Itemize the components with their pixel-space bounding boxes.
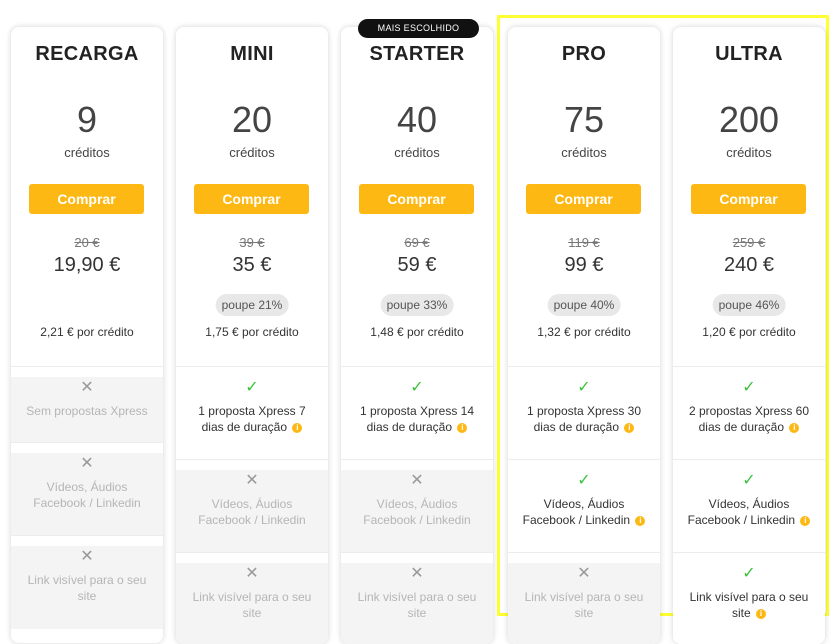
check-icon: ✓ [245, 379, 259, 396]
feature-text: Link visível para o seu site [357, 590, 477, 620]
credits-label: créditos [726, 145, 772, 160]
most-chosen-badge: MAIS ESCOLHIDO [358, 19, 479, 38]
info-icon[interactable]: i [292, 422, 303, 433]
check-icon: ✓ [577, 472, 591, 489]
feature-text: Vídeos, Áudios Facebook / Linkedin [33, 480, 141, 510]
feature-media: ✕ Vídeos, Áudios Facebook / Linkedin [11, 453, 163, 536]
plan-card-recarga: RECARGA 9 créditos Comprar 20 € 19,90 € … [11, 27, 163, 643]
feature-link: ✕ Link visível para o seu site [508, 563, 660, 644]
old-price: 39 € [239, 235, 265, 250]
x-icon: ✕ [245, 472, 259, 489]
feature-link: ✓ Link visível para o seu site i [673, 563, 825, 644]
price: 240 € [723, 254, 775, 276]
price: 19,90 € [53, 254, 121, 276]
feature-text: Vídeos, Áudios Facebook / Linkedin i [673, 496, 825, 528]
price-per-credit: 1,32 € por crédito [537, 325, 631, 339]
feature-link: ✕ Link visível para o seu site [176, 563, 328, 644]
feature-media: ✓ Vídeos, Áudios Facebook / Linkedin i [673, 470, 825, 553]
x-icon: ✕ [245, 565, 259, 582]
price: 35 € [232, 254, 272, 276]
credits-label: créditos [64, 145, 110, 160]
plan-name: ULTRA [715, 43, 783, 65]
plan-name: RECARGA [35, 43, 139, 65]
feature-text: 1 proposta Xpress 14 dias de duração i [359, 404, 475, 434]
credits-label: créditos [561, 145, 607, 160]
credits-label: créditos [394, 145, 440, 160]
info-icon[interactable]: i [624, 422, 635, 433]
feature-link: ✕ Link visível para o seu site [341, 563, 493, 644]
feature-text: Link visível para o seu site [192, 590, 312, 620]
credit-count: 20 [231, 99, 273, 140]
buy-button[interactable]: Comprar [194, 184, 309, 214]
savings-badge: poupe 46% [712, 294, 786, 316]
plan-card-pro: PRO 75 créditos Comprar 119 € 99 € poupe… [508, 27, 660, 644]
feature-link: ✕ Link visível para o seu site [11, 546, 163, 629]
savings-badge: poupe 21% [215, 294, 289, 316]
feature-text: 1 proposta Xpress 7 dias de duração i [198, 404, 306, 434]
price: 99 € [564, 254, 604, 276]
x-icon: ✕ [80, 379, 94, 396]
old-price: 119 € [568, 235, 600, 250]
x-icon: ✕ [577, 565, 591, 582]
info-icon[interactable]: i [635, 515, 646, 526]
feature-text: 2 propostas Xpress 60 dias de duração i [688, 404, 810, 434]
buy-button[interactable]: Comprar [29, 184, 144, 214]
credit-count: 40 [396, 99, 438, 140]
feature-media: ✕ Vídeos, Áudios Facebook / Linkedin [341, 470, 493, 553]
feature-text: Link visível para o seu site [27, 573, 147, 603]
plan-card-mini: MINI 20 créditos Comprar 39 € 35 € poupe… [176, 27, 328, 644]
x-icon: ✕ [410, 472, 424, 489]
info-icon[interactable]: i [800, 515, 811, 526]
x-icon: ✕ [80, 455, 94, 472]
old-price: 259 € [732, 235, 766, 250]
feature-xpress: ✓ 1 proposta Xpress 7 dias de duração i [176, 377, 328, 460]
plan-card-ultra: ULTRA 200 créditos Comprar 259 € 240 € p… [673, 27, 825, 644]
feature-xpress: ✕ Sem propostas Xpress [11, 377, 163, 443]
info-icon[interactable]: i [756, 608, 767, 619]
plan-card-starter: STARTER 40 créditos Comprar 69 € 59 € po… [341, 27, 493, 644]
feature-xpress: ✓ 1 proposta Xpress 30 dias de duração i [508, 377, 660, 460]
feature-text: Vídeos, Áudios Facebook / Linkedin [198, 497, 306, 527]
credit-count: 75 [563, 99, 605, 140]
savings-badge: poupe 40% [547, 294, 621, 316]
check-icon: ✓ [577, 379, 591, 396]
feature-text: Sem propostas Xpress [26, 404, 148, 418]
buy-button[interactable]: Comprar [526, 184, 641, 214]
feature-text: Link visível para o seu site [524, 590, 644, 620]
savings-badge: poupe 33% [380, 294, 454, 316]
old-price: 20 € [74, 235, 100, 250]
check-icon: ✓ [410, 379, 424, 396]
check-icon: ✓ [742, 472, 756, 489]
feature-xpress: ✓ 2 propostas Xpress 60 dias de duração … [673, 377, 825, 460]
plan-name: STARTER [369, 43, 465, 65]
credit-count: 9 [76, 99, 98, 140]
feature-xpress: ✓ 1 proposta Xpress 14 dias de duração i [341, 377, 493, 460]
price-per-credit: 1,75 € por crédito [205, 325, 299, 339]
info-icon[interactable]: i [457, 422, 468, 433]
old-price: 69 € [404, 235, 430, 250]
feature-text: Vídeos, Áudios Facebook / Linkedin i [508, 496, 660, 528]
feature-media: ✕ Vídeos, Áudios Facebook / Linkedin [176, 470, 328, 553]
check-icon: ✓ [742, 565, 756, 582]
feature-media: ✓ Vídeos, Áudios Facebook / Linkedin i [508, 470, 660, 553]
buy-button[interactable]: Comprar [691, 184, 806, 214]
plan-name: MINI [230, 43, 274, 65]
price: 59 € [397, 254, 437, 276]
x-icon: ✕ [410, 565, 424, 582]
price-per-credit: 2,21 € por crédito [40, 325, 134, 339]
info-icon[interactable]: i [789, 422, 800, 433]
feature-text: 1 proposta Xpress 30 dias de duração i [526, 404, 642, 434]
feature-text: Link visível para o seu site i [689, 590, 809, 620]
credit-count: 200 [718, 99, 780, 140]
check-icon: ✓ [742, 379, 756, 396]
buy-button[interactable]: Comprar [359, 184, 474, 214]
plan-name: PRO [561, 43, 607, 65]
credits-label: créditos [229, 145, 275, 160]
price-per-credit: 1,20 € por crédito [702, 325, 796, 339]
x-icon: ✕ [80, 548, 94, 565]
feature-text: Vídeos, Áudios Facebook / Linkedin [363, 497, 471, 527]
price-per-credit: 1,48 € por crédito [370, 325, 464, 339]
